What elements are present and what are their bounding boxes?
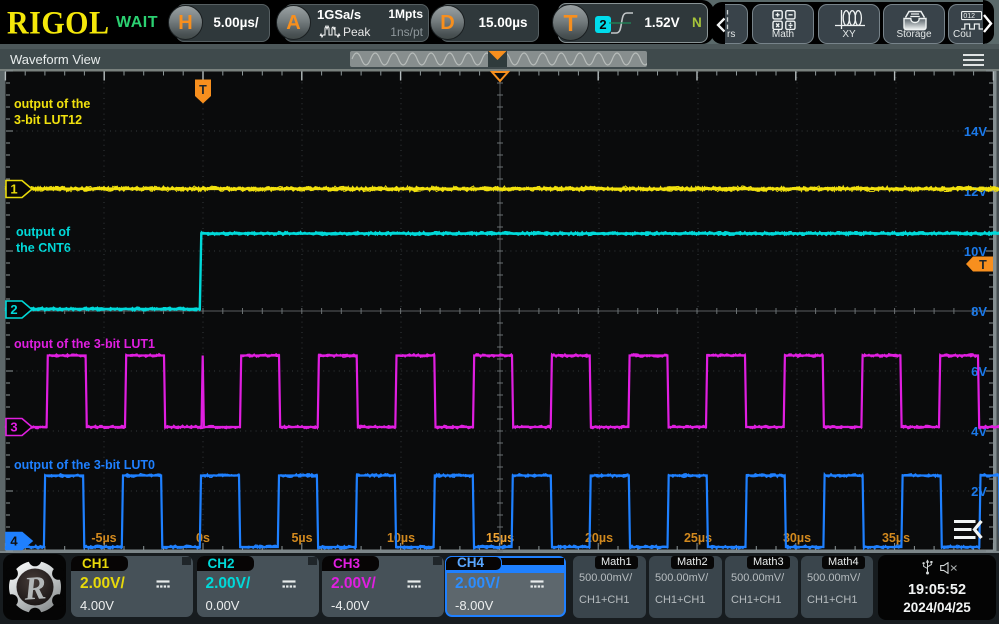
svg-text:1: 1	[10, 182, 17, 197]
svg-text:T: T	[199, 83, 207, 97]
svg-text:3: 3	[10, 420, 17, 435]
svg-text:T: T	[979, 258, 987, 272]
svg-text:8V: 8V	[971, 304, 987, 319]
svg-text:2: 2	[10, 302, 17, 317]
svg-text:4: 4	[10, 534, 18, 549]
svg-text:14V: 14V	[964, 124, 987, 139]
